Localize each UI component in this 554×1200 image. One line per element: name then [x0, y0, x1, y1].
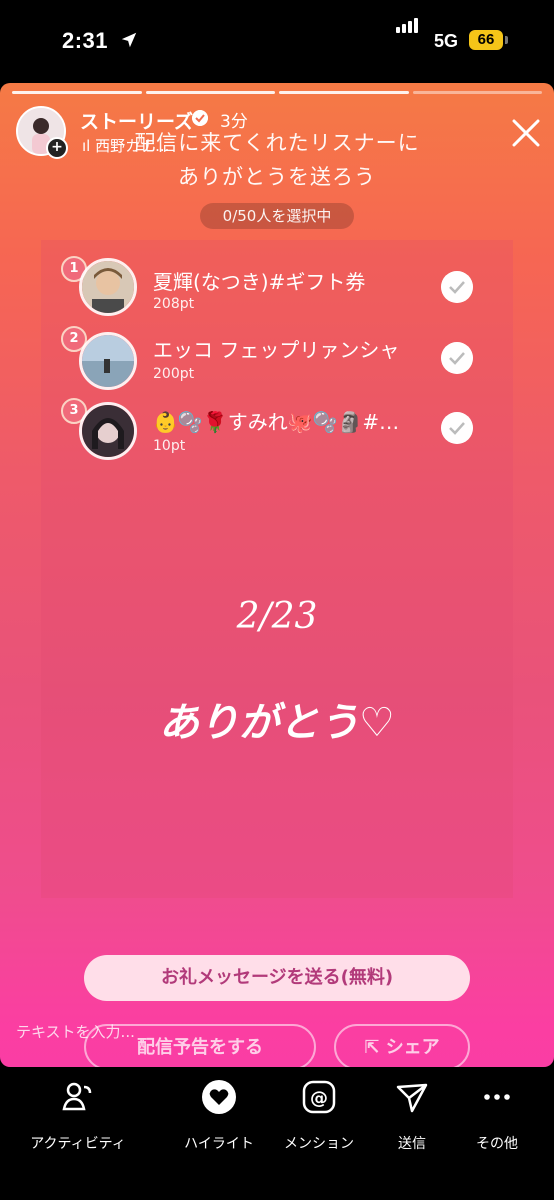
date-text: 2/23: [236, 596, 318, 637]
schedule-button[interactable]: 配信予告をする: [84, 1024, 316, 1067]
selection-count: 0/50人を選択中: [200, 203, 354, 229]
listener-name: エッコ フェップリァンシャ: [153, 338, 400, 362]
nav-label: ハイライト: [184, 1136, 254, 1152]
check-icon[interactable]: [441, 412, 473, 444]
listener-avatar: [79, 258, 137, 316]
header-line-2: ありがとうを送ろう: [178, 165, 376, 189]
send-icon: [396, 1083, 428, 1113]
send-thanks-button[interactable]: お礼メッセージを送る(無料): [84, 955, 470, 1001]
listener-points: 10pt: [153, 438, 186, 454]
listener-avatar: [79, 402, 137, 460]
verified-icon: [192, 110, 208, 126]
share-button[interactable]: ⇱ シェア: [334, 1024, 470, 1067]
listener-avatar: [79, 332, 137, 390]
listener-name: 夏輝(なつき)#ギフト券: [153, 270, 366, 294]
location-icon: [121, 32, 137, 48]
more-icon: [484, 1094, 510, 1100]
status-bar: 2:31 5G 66: [0, 0, 554, 80]
share-label: シェア: [385, 1037, 440, 1058]
nav-activity[interactable]: アクティビティ: [23, 1079, 133, 1153]
activity-icon: [62, 1082, 92, 1111]
listener-row[interactable]: 3 👶🫧🌹すみれ🐙🫧🗿#… 10pt: [41, 396, 513, 466]
nav-label: その他: [476, 1136, 518, 1152]
status-time: 2:31: [62, 28, 109, 53]
listener-name: 👶🫧🌹すみれ🐙🫧🗿#…: [153, 410, 400, 434]
listener-row[interactable]: 1 夏輝(なつき)#ギフト券 208pt: [41, 254, 513, 324]
nav-label: アクティビティ: [30, 1136, 126, 1152]
battery-icon: 66: [469, 30, 503, 50]
mention-icon: @: [302, 1080, 336, 1114]
listener-points: 208pt: [153, 296, 195, 312]
check-icon[interactable]: [441, 271, 473, 303]
network-type: 5G: [434, 31, 459, 51]
listener-points: 200pt: [153, 366, 195, 382]
nav-more[interactable]: その他: [442, 1079, 552, 1153]
share-icon: ⇱: [364, 1037, 380, 1058]
heart-icon: [202, 1080, 236, 1114]
battery-tip: [505, 36, 508, 44]
listener-row[interactable]: 2 エッコ フェップリァンシャ 200pt: [41, 324, 513, 394]
nav-highlight[interactable]: ハイライト: [164, 1079, 274, 1153]
thanks-text: ありがとう♡: [159, 700, 395, 746]
bottom-nav: アクティビティ ハイライト @ メンション 送信 その他: [0, 1067, 554, 1200]
story-progress: [12, 91, 542, 94]
check-icon[interactable]: [441, 342, 473, 374]
svg-text:@: @: [310, 1088, 328, 1109]
story-card[interactable]: + ストーリーズ 3分 ıl 西野カナ... 配信に来てくれたリスナーに ありが…: [0, 83, 554, 1067]
header-line-1: 配信に来てくれたリスナーに: [134, 131, 420, 155]
listener-panel: 1 夏輝(なつき)#ギフト券 208pt 2 エッコ フェップリァンシャ 200…: [41, 240, 513, 898]
